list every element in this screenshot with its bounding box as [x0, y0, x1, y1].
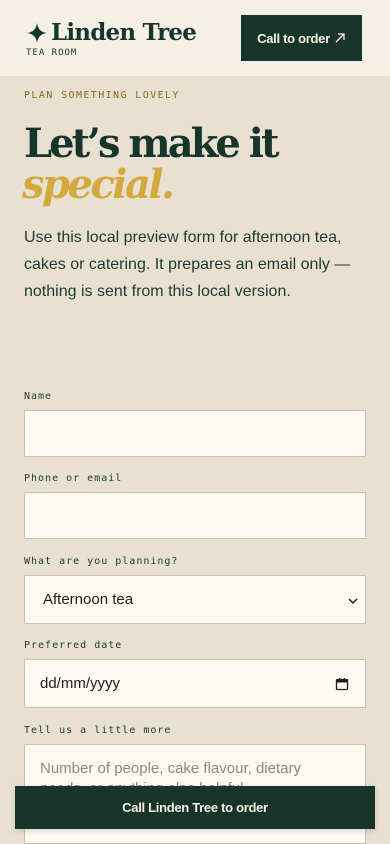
- brand-subtitle: TEA ROOM: [26, 48, 78, 58]
- more-label: Tell us a little more: [24, 725, 172, 736]
- call-to-order-button[interactable]: Call to order: [241, 15, 362, 61]
- brand-name: Linden Tree: [51, 19, 197, 46]
- plan-select[interactable]: Afternoon tea: [24, 575, 366, 624]
- chevron-down-icon: [347, 594, 359, 606]
- intro-text: Use this local preview form for afternoo…: [24, 229, 351, 300]
- date-label: Preferred date: [24, 640, 123, 651]
- arrow-up-right-icon: [334, 32, 346, 44]
- calendar-icon[interactable]: [335, 677, 349, 691]
- plan-label: What are you planning?: [24, 556, 179, 567]
- headline-accent: special.: [22, 161, 175, 208]
- date-placeholder: dd/mm/yyyy: [40, 675, 121, 692]
- name-label: Name: [24, 391, 53, 402]
- call-button-label: Call to order: [257, 30, 330, 46]
- plan-selected-value: Afternoon tea: [43, 591, 134, 608]
- eyebrow-text: PLAN SOMETHING LOVELY: [24, 90, 180, 101]
- brand-logo[interactable]: Linden Tree TEA ROOM: [26, 18, 197, 59]
- contact-input[interactable]: [24, 492, 366, 539]
- sticky-call-button[interactable]: Call Linden Tree to order: [15, 786, 375, 829]
- four-point-star-icon: [26, 22, 48, 44]
- brand-row: Linden Tree: [26, 18, 197, 48]
- date-input[interactable]: dd/mm/yyyy: [24, 659, 366, 708]
- site-header: Linden Tree TEA ROOM Call to order: [0, 0, 390, 76]
- contact-label: Phone or email: [24, 473, 123, 484]
- name-input[interactable]: [24, 410, 366, 457]
